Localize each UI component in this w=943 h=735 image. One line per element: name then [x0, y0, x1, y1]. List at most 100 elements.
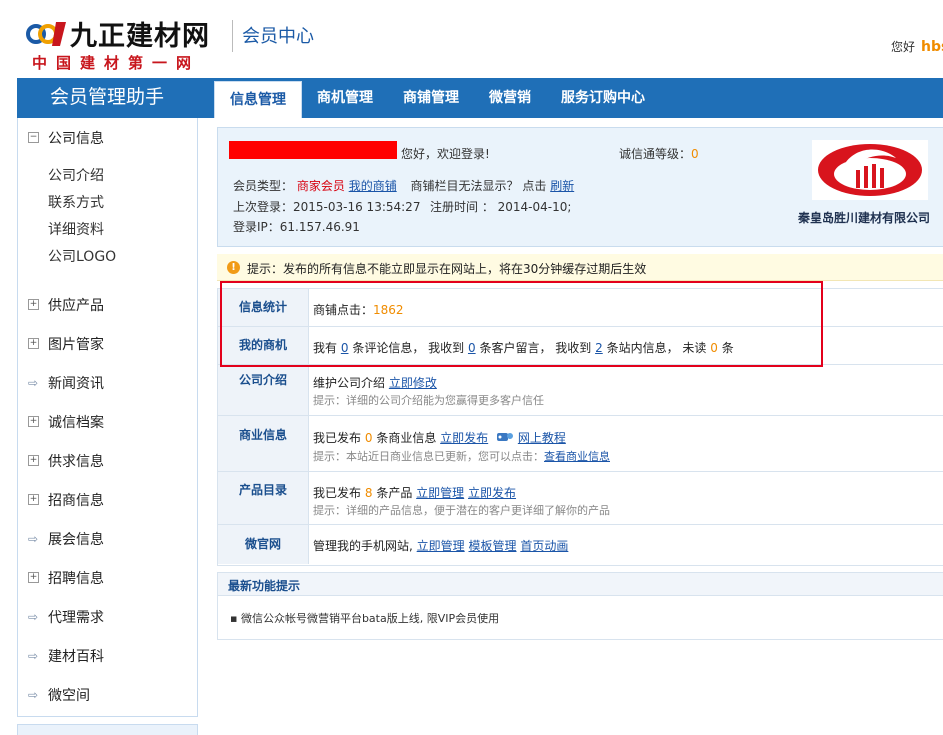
- arrow-right-icon: ⇨: [28, 649, 39, 663]
- micro-manage-link[interactable]: 立即管理: [417, 539, 465, 553]
- sidebar-item-building-wiki[interactable]: ⇨ 建材百科: [28, 646, 104, 666]
- sidebar-item-label: 供应产品: [48, 298, 104, 314]
- shop-hint: 商铺栏目无法显示？ 点击: [410, 179, 547, 193]
- sidebar-subitem-contact[interactable]: 联系方式: [48, 192, 104, 212]
- product-hint: 提示：详细的产品信息，便于潜在的客户更详细了解你的产品: [313, 504, 610, 517]
- logo-mark-icon: [26, 22, 66, 46]
- section-title: 会员中心: [242, 26, 314, 47]
- login-ip: 登录IP：61.157.46.91: [233, 220, 360, 234]
- nav-brand: 会员管理助手: [49, 86, 164, 108]
- tab-info-management[interactable]: 信息管理: [214, 81, 302, 118]
- sidebar-item-supply-products[interactable]: + 供应产品: [28, 295, 104, 315]
- template-manage-link[interactable]: 模板管理: [469, 539, 517, 553]
- sidebar-subitem-details[interactable]: 详细资料: [48, 219, 104, 239]
- business-text-2: 条商业信息: [376, 431, 437, 445]
- tab-shop-management[interactable]: 商铺管理: [388, 78, 474, 118]
- sidebar-item-news[interactable]: ⇨ 新闻资讯: [28, 373, 104, 393]
- register-time: 注册时间 ： 2014-04-10;: [430, 200, 572, 214]
- company-logo-image: [812, 140, 928, 200]
- tab-business-management[interactable]: 商机管理: [302, 78, 388, 118]
- plus-box-icon[interactable]: +: [28, 493, 39, 505]
- member-type-label: 会员类型：: [233, 179, 294, 193]
- product-text-2: 条产品: [376, 486, 413, 500]
- arrow-right-icon: ⇨: [28, 376, 39, 390]
- sidebar-item-micro-space[interactable]: ⇨ 微空间: [28, 685, 90, 705]
- sidebar-item-label: 微空间: [48, 688, 90, 704]
- sidebar-item-recruitment[interactable]: + 招聘信息: [28, 568, 104, 588]
- my-shop-link[interactable]: 我的商铺: [349, 179, 397, 193]
- row-micro-site: 微官网 管理我的手机网站, 立即管理 模板管理 首页动画: [218, 525, 943, 564]
- row-company-intro: 公司介绍 维护公司介绍 立即修改 提示：详细的公司介绍能为您赢得更多客户信任: [218, 365, 943, 416]
- main-nav: 会员管理助手 信息管理 商机管理 商铺管理 微营销 服务订购中心: [17, 78, 943, 118]
- site-header: 九正建材网 中国建材第一网 会员中心 您好 hbs: [0, 0, 943, 78]
- homepage-animation-link[interactable]: 首页动画: [520, 539, 568, 553]
- edit-now-link[interactable]: 立即修改: [389, 376, 437, 390]
- online-tutorial-link[interactable]: 网上教程: [518, 431, 566, 445]
- logo-subtitle: 中国建材第一网: [32, 54, 201, 72]
- user-greeting: 您好 hbs: [891, 38, 943, 55]
- logo-title: 九正建材网: [70, 21, 210, 52]
- sidebar-item-label: 建材百科: [48, 649, 104, 665]
- sidebar-item-label: 新闻资讯: [48, 376, 104, 392]
- latest-features-panel: 最新功能提示 ▪ 微信公众帐号微营销平台bata版上线, 限VIP会员使用: [217, 572, 943, 640]
- business-hint-text: 提示：本站近日商业信息已更新，您可以点击：: [313, 450, 544, 463]
- sidebar-item-investment[interactable]: + 招商信息: [28, 490, 104, 510]
- latest-features-title: 最新功能提示: [228, 579, 301, 593]
- profile-panel: 您好，欢迎登录! 诚信通等级：0 会员类型： 商家会员 我的商铺 商铺栏目无法显…: [217, 127, 943, 247]
- plus-box-icon[interactable]: +: [28, 337, 39, 349]
- plus-box-icon[interactable]: +: [28, 415, 39, 427]
- minus-box-icon[interactable]: −: [28, 131, 39, 143]
- sidebar: − 公司信息 公司介绍 联系方式 详细资料 公司LOGO + 供应产品 + 图片管家 …: [17, 118, 198, 717]
- sidebar-footer-panel: [17, 724, 198, 735]
- warning-icon: !: [227, 261, 240, 274]
- publish-now-link[interactable]: 立即发布: [440, 431, 488, 445]
- row-business-info: 商业信息 我已发布 0 条商业信息 立即发布 网上教程 提示：本站近日商业信息已…: [218, 416, 943, 472]
- plus-box-icon[interactable]: +: [28, 298, 39, 310]
- arrow-right-icon: ⇨: [28, 532, 39, 546]
- sidebar-subitem-company-intro[interactable]: 公司介绍: [48, 165, 104, 185]
- last-login: 上次登录：2015-03-16 13:54:27: [233, 200, 421, 214]
- plus-box-icon[interactable]: +: [28, 571, 39, 583]
- sidebar-item-credit-archive[interactable]: + 诚信档案: [28, 412, 104, 432]
- member-type-value: 商家会员: [296, 179, 345, 193]
- tab-micro-marketing[interactable]: 微营销: [474, 78, 546, 118]
- product-catalog-main: 我已发布 8 条产品 立即管理 立即发布: [313, 484, 516, 501]
- sidebar-item-label: 诚信档案: [48, 415, 104, 431]
- sidebar-item-image-manager[interactable]: + 图片管家: [28, 334, 104, 354]
- row-head-company-intro: 公司介绍: [218, 365, 309, 415]
- plus-box-icon[interactable]: +: [28, 454, 39, 466]
- latest-feature-item: ▪ 微信公众帐号微营销平台bata版上线, 限VIP会员使用: [230, 610, 499, 626]
- sidebar-item-label: 公司信息: [48, 131, 104, 147]
- latest-features-header: 最新功能提示: [218, 573, 943, 596]
- sidebar-item-label: 招聘信息: [48, 571, 104, 587]
- nav-tabs: 信息管理 商机管理 商铺管理 微营销 服务订购中心: [214, 78, 660, 118]
- publish-product-link[interactable]: 立即发布: [468, 486, 516, 500]
- tab-service-center[interactable]: 服务订购中心: [546, 78, 660, 118]
- refresh-link[interactable]: 刷新: [550, 179, 574, 193]
- username-link[interactable]: hbs: [921, 39, 943, 55]
- row-product-catalog: 产品目录 我已发布 8 条产品 立即管理 立即发布 提示：详细的产品信息，便于潜…: [218, 472, 943, 525]
- header-divider: [232, 20, 233, 52]
- sidebar-item-company-info[interactable]: − 公司信息: [28, 128, 104, 148]
- business-text-1: 我已发布: [313, 431, 362, 445]
- company-intro-text: 维护公司介绍: [313, 376, 386, 390]
- sidebar-item-supply-demand[interactable]: + 供求信息: [28, 451, 104, 471]
- company-intro-hint: 提示：详细的公司介绍能为您赢得更多客户信任: [313, 394, 544, 407]
- tutorial-icon: [496, 431, 514, 446]
- sidebar-item-exhibitions[interactable]: ⇨ 展会信息: [28, 529, 104, 549]
- row-head-micro-site: 微官网: [218, 525, 309, 564]
- company-intro-main: 维护公司介绍 立即修改: [313, 374, 437, 391]
- product-text-1: 我已发布: [313, 486, 362, 500]
- credit-value: 0: [691, 147, 699, 161]
- business-hint: 提示：本站近日商业信息已更新，您可以点击：查看商业信息: [313, 448, 610, 464]
- manage-now-link[interactable]: 立即管理: [416, 486, 464, 500]
- sidebar-item-label: 代理需求: [48, 610, 104, 626]
- site-logo[interactable]: 九正建材网 中国建材第一网: [26, 14, 221, 72]
- view-business-info-link[interactable]: 查看商业信息: [544, 450, 610, 463]
- business-info-main: 我已发布 0 条商业信息 立即发布 网上教程: [313, 429, 566, 446]
- welcome-text: 您好，欢迎登录!: [401, 147, 490, 161]
- bullet-icon: ▪: [230, 612, 241, 625]
- sidebar-subitem-company-logo[interactable]: 公司LOGO: [48, 246, 116, 266]
- sidebar-item-agent-demand[interactable]: ⇨ 代理需求: [28, 607, 104, 627]
- notice-bar: ! 提示：发布的所有信息不能立即显示在网站上，将在30分钟缓存过期后生效: [217, 254, 943, 281]
